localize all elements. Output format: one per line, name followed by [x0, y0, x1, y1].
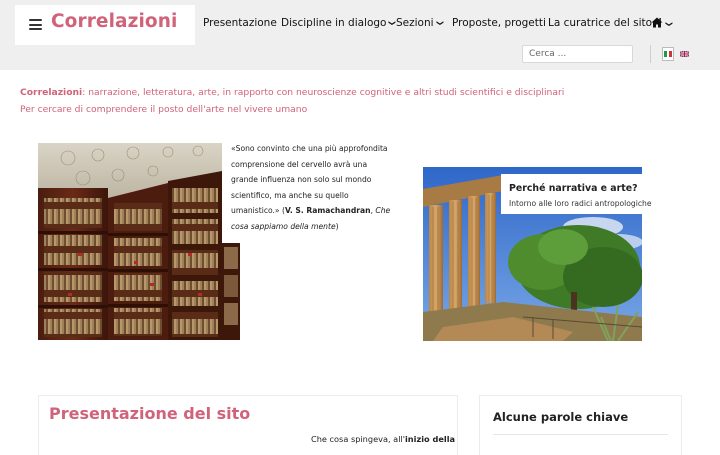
brand-box: Correlazioni [15, 5, 195, 45]
presentation-text: Che cosa spingeva, all'inizio della [311, 434, 456, 444]
ramachandran-quote: «Sono convinto che una più approfondita … [231, 144, 391, 231]
chevron-down-icon: ❯ [664, 21, 673, 27]
feature-title[interactable]: Perché narrativa e arte? [509, 183, 638, 194]
search-input[interactable] [522, 45, 633, 63]
site-subtagline: Per cercare di comprendere il posto dell… [20, 104, 308, 115]
english-flag-icon[interactable] [680, 51, 689, 57]
presentation-title[interactable]: Presentazione del sito [49, 404, 250, 423]
divider [650, 45, 651, 63]
presentation-panel: Presentazione del sito Che cosa spingeva… [38, 395, 458, 455]
nav-item-home[interactable]: ❯ [651, 17, 673, 30]
nav-item-discipline[interactable]: Discipline in dialogo ❯ [281, 17, 396, 29]
nav-item-presentazione[interactable]: Presentazione [203, 17, 277, 29]
keywords-panel: Alcune parole chiave [479, 395, 682, 455]
nav-item-sezioni[interactable]: Sezioni ❯ [396, 17, 444, 29]
hamburger-menu-icon[interactable] [29, 19, 42, 30]
site-tagline: Correlazioni: narrazione, letteratura, a… [20, 87, 565, 98]
library-image-extension [222, 243, 240, 340]
feature-subtitle: Intorno alle loro radici antropologiche [509, 199, 652, 208]
feature-caption[interactable]: Perché narrativa e arte? Intorno alle lo… [501, 174, 652, 214]
home-icon [651, 17, 663, 28]
nav-item-proposte[interactable]: Proposte, progetti [452, 17, 546, 29]
keywords-title: Alcune parole chiave [493, 410, 629, 424]
library-image [38, 143, 222, 340]
nav-item-curatrice[interactable]: La curatrice del sito [548, 17, 652, 29]
divider [493, 434, 668, 435]
italian-flag-icon[interactable] [662, 47, 674, 61]
chevron-down-icon: ❯ [435, 20, 444, 26]
site-title[interactable]: Correlazioni [51, 11, 177, 32]
